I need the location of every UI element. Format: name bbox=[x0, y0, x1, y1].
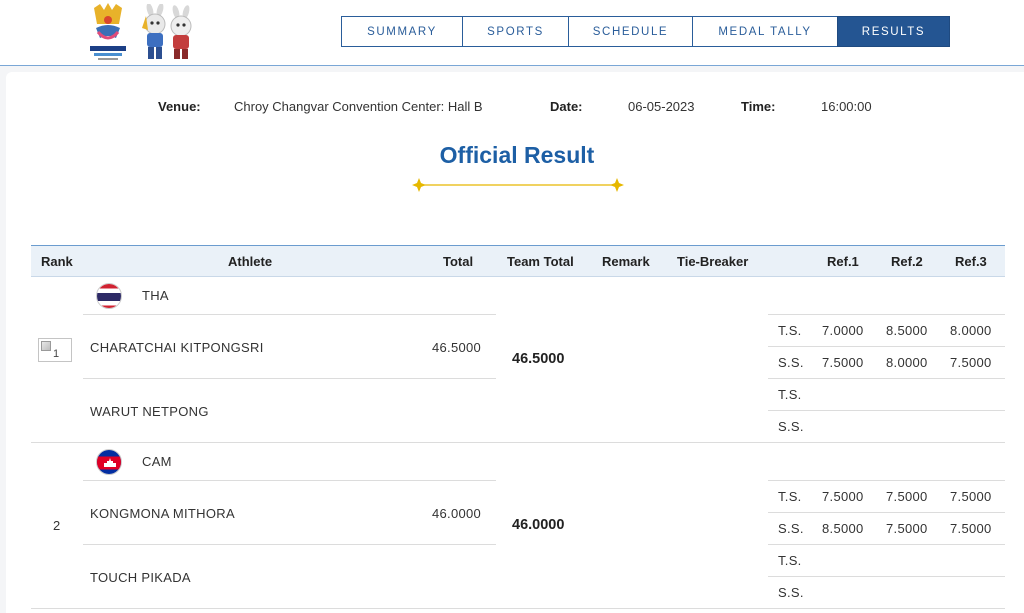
score-type: T.S. bbox=[778, 489, 802, 504]
rank-image: 1 bbox=[38, 338, 72, 362]
row-divider bbox=[83, 480, 496, 481]
col-ref1: Ref.1 bbox=[827, 254, 859, 269]
ref3-score: 7.5000 bbox=[950, 489, 992, 504]
ref2-score: 7.5000 bbox=[886, 521, 928, 536]
col-team-total: Team Total bbox=[507, 254, 574, 269]
ref1-score: 7.5000 bbox=[822, 489, 864, 504]
team-divider bbox=[31, 608, 1005, 609]
row-divider bbox=[83, 314, 496, 315]
venue-value: Chroy Changvar Convention Center: Hall B bbox=[234, 99, 483, 114]
main-nav: SUMMARY SPORTS SCHEDULE MEDAL TALLY RESU… bbox=[341, 16, 950, 47]
nav-sports[interactable]: SPORTS bbox=[462, 16, 569, 47]
col-remark: Remark bbox=[602, 254, 650, 269]
athlete-name: KONGMONA MITHORA bbox=[90, 506, 235, 521]
time-value: 16:00:00 bbox=[821, 99, 872, 114]
row-divider bbox=[768, 346, 1005, 347]
col-athlete: Athlete bbox=[228, 254, 273, 269]
venue-label: Venue: bbox=[158, 99, 201, 114]
ref3-score: 7.5000 bbox=[950, 355, 992, 370]
score-type: T.S. bbox=[778, 553, 802, 568]
nav-schedule[interactable]: SCHEDULE bbox=[568, 16, 693, 47]
col-ref2: Ref.2 bbox=[891, 254, 923, 269]
nav-results[interactable]: RESULTS bbox=[837, 16, 950, 47]
col-rank: Rank bbox=[41, 254, 73, 269]
col-ref3: Ref.3 bbox=[955, 254, 987, 269]
team-divider bbox=[31, 442, 1005, 443]
score-type: S.S. bbox=[778, 355, 804, 370]
athlete-name: WARUT NETPONG bbox=[90, 404, 209, 419]
ref1-score: 7.0000 bbox=[822, 323, 864, 338]
score-type: T.S. bbox=[778, 387, 802, 402]
nav-medal-tally[interactable]: MEDAL TALLY bbox=[692, 16, 838, 47]
team-country: THA bbox=[142, 288, 169, 303]
row-divider bbox=[768, 480, 1005, 481]
rank-value: 1 bbox=[53, 348, 60, 360]
page-title: Official Result bbox=[439, 142, 595, 168]
ref1-score: 7.5000 bbox=[822, 355, 864, 370]
row-divider bbox=[768, 410, 1005, 411]
thailand-flag-icon bbox=[96, 283, 122, 309]
games-logo-icon[interactable] bbox=[86, 2, 130, 62]
row-divider bbox=[768, 314, 1005, 315]
team-total-value: 46.0000 bbox=[512, 517, 565, 533]
row-divider bbox=[768, 576, 1005, 577]
rank-value: 2 bbox=[53, 518, 61, 533]
athlete-name: TOUCH PIKADA bbox=[90, 570, 191, 585]
athlete-name: CHARATCHAI KITPONGSRI bbox=[90, 340, 264, 355]
row-divider bbox=[768, 378, 1005, 379]
broken-image-icon bbox=[41, 341, 51, 351]
athlete-total: 46.0000 bbox=[432, 506, 482, 521]
ref1-score: 8.5000 bbox=[822, 521, 864, 536]
title-divider-icon bbox=[412, 178, 624, 192]
mascot-icon bbox=[142, 4, 192, 59]
cambodia-flag-icon bbox=[96, 449, 122, 475]
nav-summary[interactable]: SUMMARY bbox=[341, 16, 463, 47]
col-tie-breaker: Tie-Breaker bbox=[677, 254, 749, 269]
row-divider bbox=[768, 544, 1005, 545]
score-type: T.S. bbox=[778, 323, 802, 338]
team-total-value: 46.5000 bbox=[512, 351, 565, 367]
ref2-score: 7.5000 bbox=[886, 489, 928, 504]
score-type: S.S. bbox=[778, 521, 804, 536]
row-divider bbox=[83, 544, 496, 545]
row-divider bbox=[83, 378, 496, 379]
row-divider bbox=[768, 512, 1005, 513]
ref2-score: 8.5000 bbox=[886, 323, 928, 338]
ref2-score: 8.0000 bbox=[886, 355, 928, 370]
site-header: SUMMARY SPORTS SCHEDULE MEDAL TALLY RESU… bbox=[0, 0, 1024, 66]
score-type: S.S. bbox=[778, 419, 804, 434]
col-total: Total bbox=[443, 254, 474, 269]
score-type: S.S. bbox=[778, 585, 804, 600]
ref3-score: 8.0000 bbox=[950, 323, 992, 338]
ref3-score: 7.5000 bbox=[950, 521, 992, 536]
date-label: Date: bbox=[550, 99, 583, 114]
team-country: CAM bbox=[142, 454, 172, 469]
date-value: 06-05-2023 bbox=[628, 99, 695, 114]
time-label: Time: bbox=[741, 99, 776, 114]
athlete-total: 46.5000 bbox=[432, 340, 482, 355]
